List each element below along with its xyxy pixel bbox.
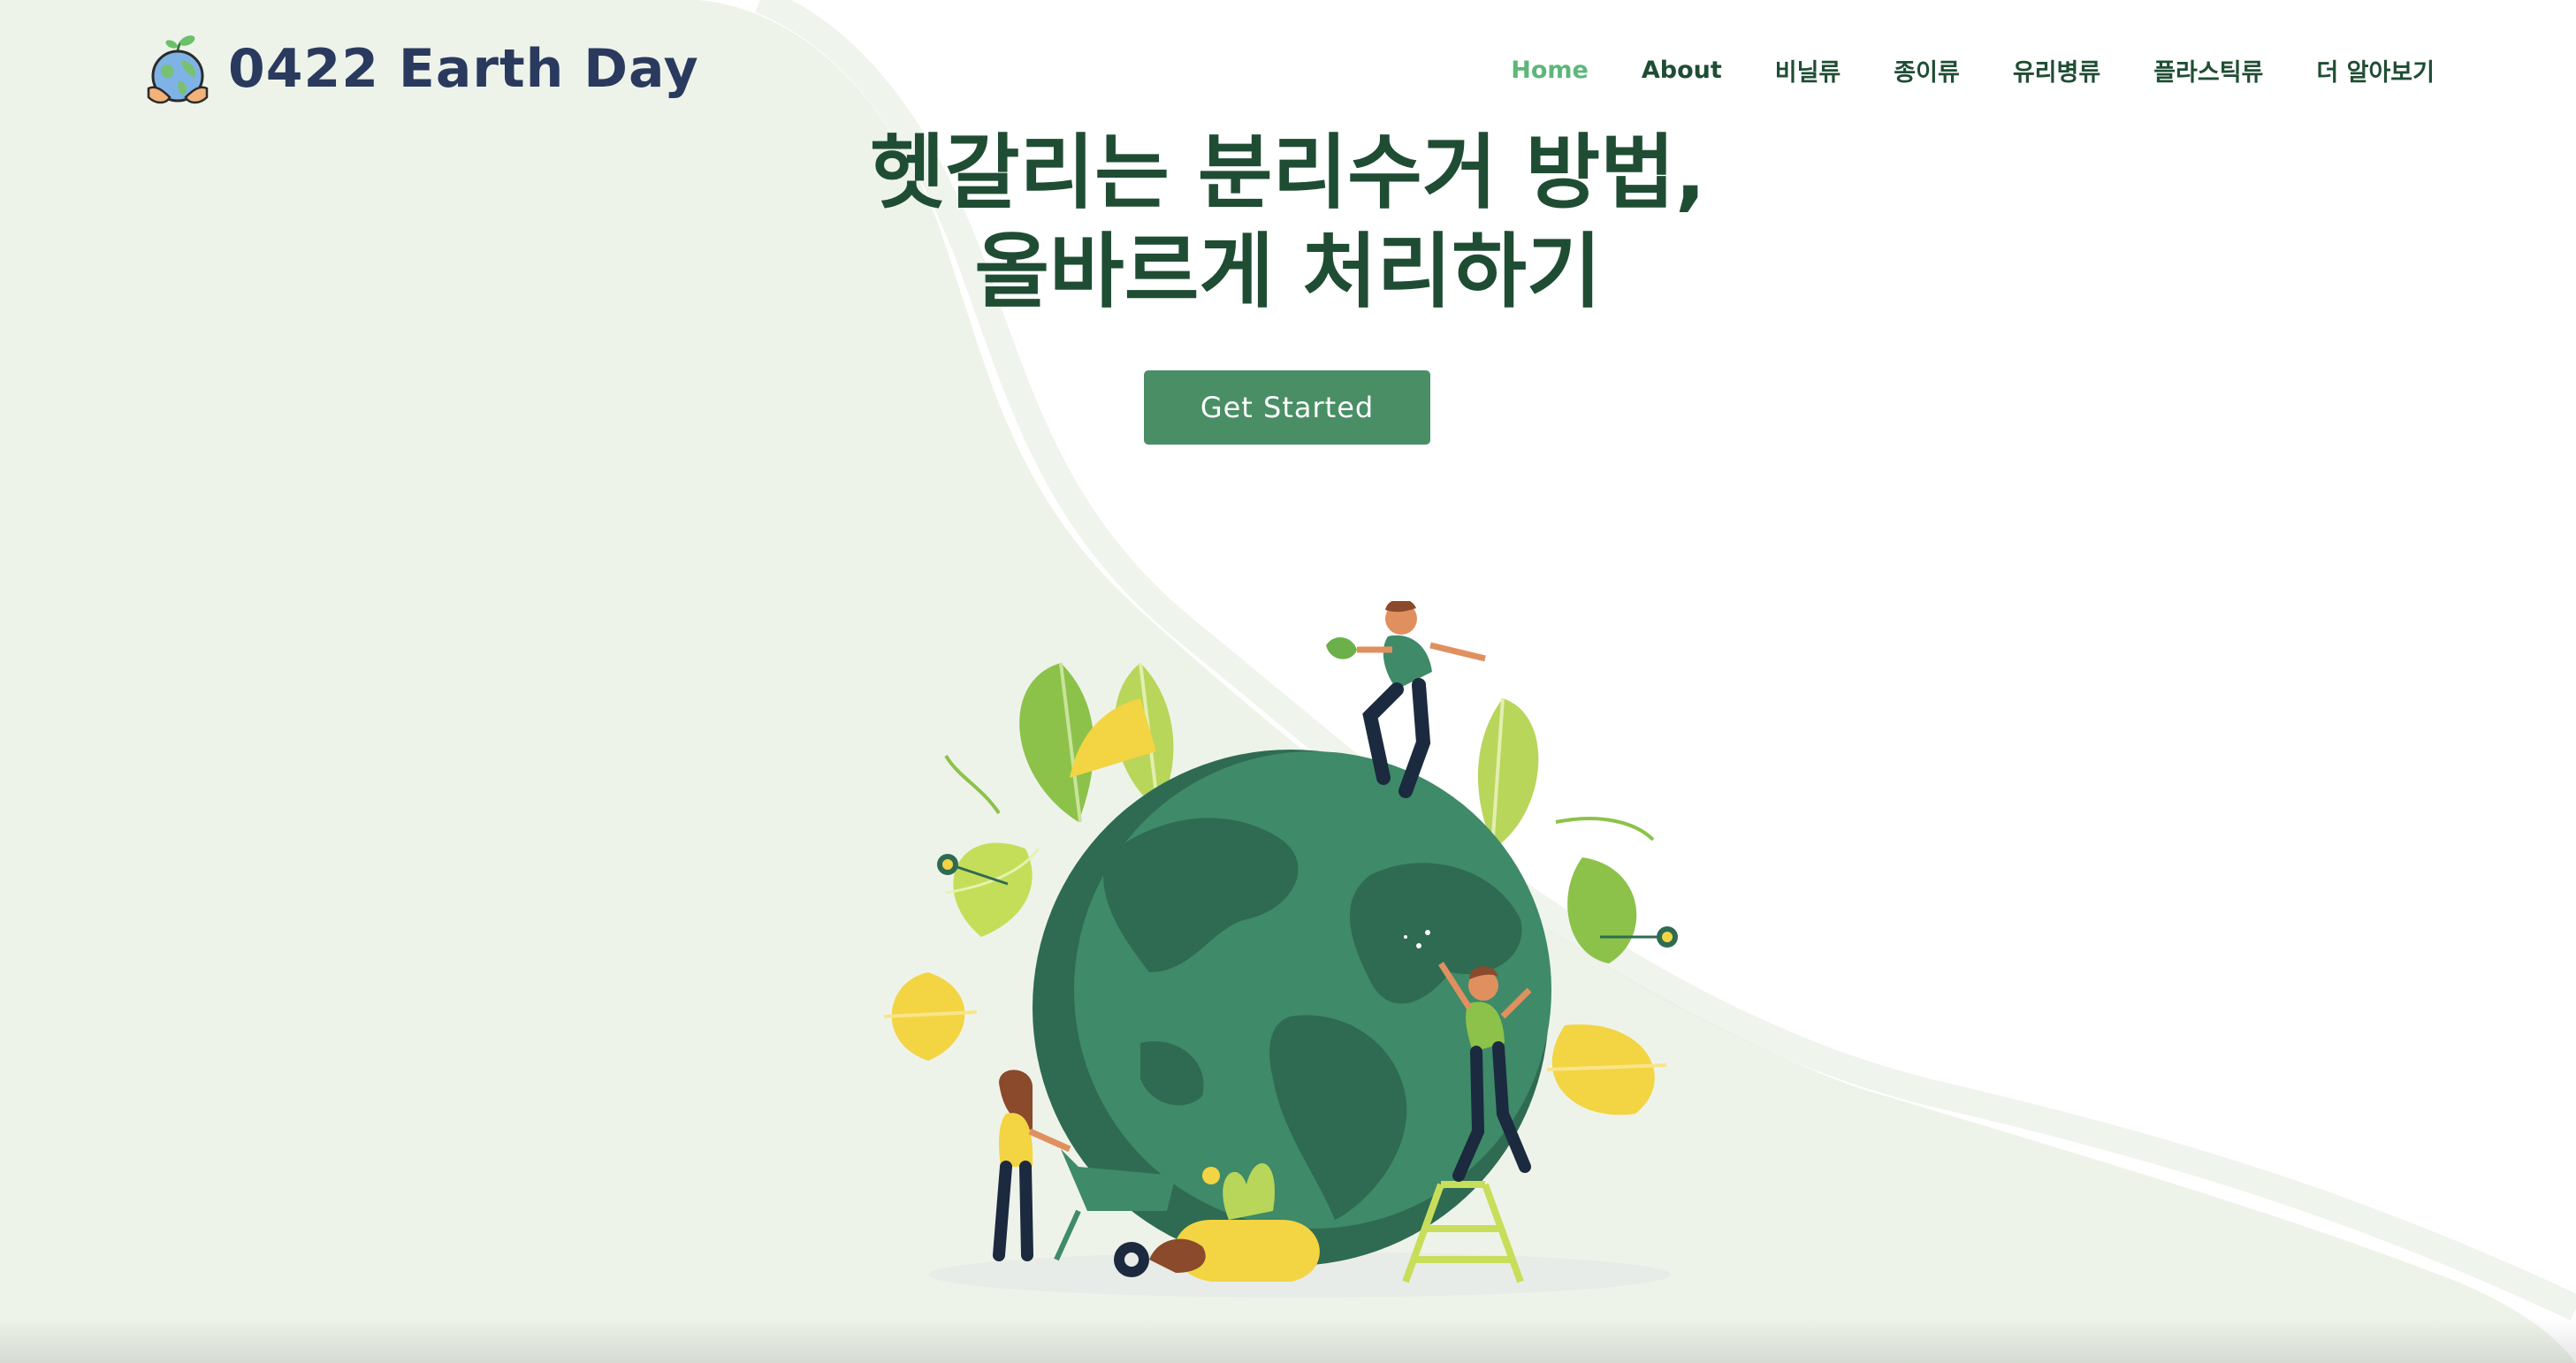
nav-plastic[interactable]: 플라스틱류 xyxy=(2153,53,2263,88)
get-started-button[interactable]: Get Started xyxy=(1144,370,1430,445)
brand-name: 0422 Earth Day xyxy=(228,38,699,100)
nav-more[interactable]: 더 알아보기 xyxy=(2316,53,2435,88)
nav-vinyl[interactable]: 비닐류 xyxy=(1775,53,1841,88)
nav-about[interactable]: About xyxy=(1642,57,1722,84)
hero-title-line2: 올바르게 처리하기 xyxy=(974,225,1602,319)
main-nav: Home About 비닐류 종이류 유리병류 플라스틱류 더 알아보기 xyxy=(1458,53,2435,88)
nav-glass[interactable]: 유리병류 xyxy=(2013,53,2100,88)
landing-page: 0422 Earth Day Home About 비닐류 종이류 유리병류 플… xyxy=(0,0,2576,1363)
hero-title-line1: 헷갈리는 분리수거 방법, xyxy=(870,126,1706,220)
earth-in-hands-icon xyxy=(147,35,209,104)
nav-paper[interactable]: 종이류 xyxy=(1894,53,1960,88)
brand[interactable]: 0422 Earth Day xyxy=(143,30,699,108)
earth-care-illustration xyxy=(883,601,1678,1298)
hero-title: 헷갈리는 분리수거 방법, 올바르게 처리하기 xyxy=(0,124,2576,322)
nav-home[interactable]: Home xyxy=(1511,57,1589,84)
bottom-shadow xyxy=(0,1317,2576,1363)
